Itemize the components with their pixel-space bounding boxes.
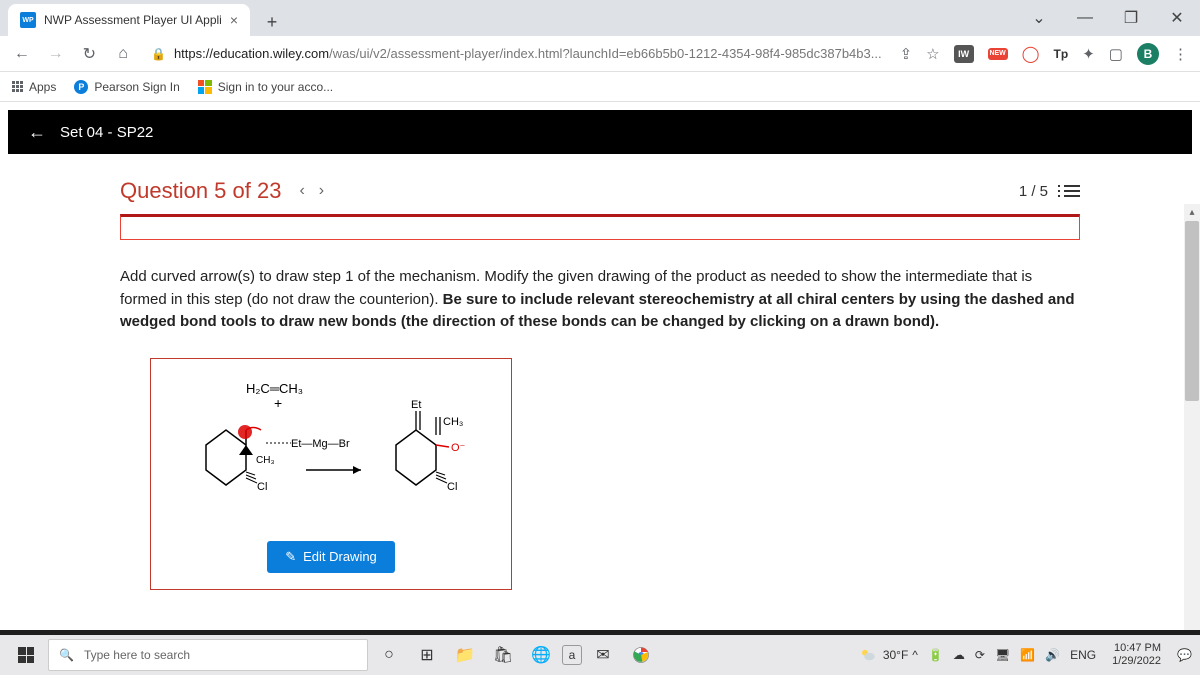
clock[interactable]: 10:47 PM 1/29/2022 bbox=[1106, 642, 1167, 668]
drawing-box: H₂C═CH₃ + CH₃ Et―Mg―Br bbox=[150, 358, 512, 590]
svg-text:Cl: Cl bbox=[447, 481, 457, 493]
browser-tab[interactable]: WP NWP Assessment Player UI Appli × bbox=[8, 4, 250, 36]
next-question-button[interactable]: › bbox=[319, 182, 324, 200]
close-window-button[interactable]: ✕ bbox=[1154, 0, 1200, 36]
cortana-icon[interactable]: ○ bbox=[372, 638, 406, 672]
question-title: Question 5 of 23 bbox=[120, 178, 281, 204]
bookmark-label: Pearson Sign In bbox=[94, 80, 179, 94]
svg-text:Cl: Cl bbox=[257, 481, 267, 493]
taskbar-app-chrome[interactable] bbox=[624, 638, 658, 672]
tray-onedrive-icon[interactable]: ☁ bbox=[953, 648, 965, 662]
lock-icon: 🔒 bbox=[151, 47, 166, 61]
attempt-progress: 1 / 5 bbox=[1019, 183, 1048, 200]
question-list-icon[interactable] bbox=[1064, 185, 1080, 197]
apps-grid-icon bbox=[12, 81, 23, 92]
tray-volume-icon[interactable]: 🔊 bbox=[1045, 648, 1060, 662]
tab-close-icon[interactable]: × bbox=[230, 12, 238, 28]
tray-display-icon[interactable]: 🖥 bbox=[995, 648, 1010, 662]
taskbar-app-explorer[interactable]: 📁 bbox=[448, 638, 482, 672]
tray-chevron-icon[interactable]: ^ bbox=[912, 648, 918, 662]
svg-text:H₂C═CH₃: H₂C═CH₃ bbox=[246, 381, 303, 396]
scroll-up-button[interactable]: ▴ bbox=[1184, 204, 1200, 220]
microsoft-icon bbox=[198, 80, 212, 94]
temperature: 30°F bbox=[883, 648, 908, 662]
url-text: https://education.wiley.com/was/ui/v2/as… bbox=[174, 46, 882, 61]
alert-bar bbox=[120, 214, 1080, 240]
taskbar-app-mail[interactable]: ✉ bbox=[586, 638, 620, 672]
new-tab-button[interactable]: + bbox=[258, 8, 286, 36]
extension-square-icon[interactable]: ▢ bbox=[1109, 45, 1123, 63]
bookmark-pearson[interactable]: P Pearson Sign In bbox=[74, 80, 179, 94]
taskbar-app-a[interactable]: a bbox=[562, 645, 582, 665]
star-icon[interactable]: ☆ bbox=[926, 45, 939, 63]
chemical-structure: H₂C═CH₃ + CH₃ Et―Mg―Br bbox=[171, 375, 491, 525]
svg-text:+: + bbox=[274, 395, 282, 411]
apps-shortcut[interactable]: Apps bbox=[12, 80, 56, 94]
tray-language[interactable]: ENG bbox=[1070, 648, 1096, 662]
svg-text:CH₃: CH₃ bbox=[443, 416, 463, 428]
tray-update-icon[interactable]: ⟳ bbox=[975, 648, 985, 662]
tray-battery-icon[interactable]: 🔋 bbox=[928, 648, 943, 662]
taskbar-search[interactable]: 🔍 Type here to search bbox=[48, 639, 368, 671]
tab-title: NWP Assessment Player UI Appli bbox=[44, 13, 222, 27]
taskbar-app-edge[interactable]: 🌐 bbox=[524, 638, 558, 672]
svg-text:O⁻: O⁻ bbox=[451, 442, 466, 454]
reload-button[interactable]: ↻ bbox=[80, 44, 100, 64]
taskbar-app-store[interactable]: 🛍 bbox=[486, 638, 520, 672]
apps-label: Apps bbox=[29, 80, 56, 94]
svg-text:Et: Et bbox=[411, 399, 421, 411]
vertical-scrollbar[interactable]: ▴ ▾ bbox=[1184, 204, 1200, 630]
extensions-puzzle-icon[interactable]: ✦ bbox=[1082, 45, 1095, 63]
share-icon[interactable]: ⇪ bbox=[900, 45, 913, 63]
chevron-down-icon[interactable]: ⌄ bbox=[1016, 0, 1062, 36]
minimize-button[interactable]: — bbox=[1062, 0, 1108, 36]
tab-favicon: WP bbox=[20, 12, 36, 28]
svg-text:CH₃: CH₃ bbox=[256, 455, 275, 466]
back-button[interactable]: ← bbox=[12, 45, 32, 63]
pearson-icon: P bbox=[74, 80, 88, 94]
bookmark-signin[interactable]: Sign in to your acco... bbox=[198, 80, 333, 94]
extension-new-icon[interactable]: NEW bbox=[988, 48, 1008, 60]
scroll-thumb[interactable] bbox=[1185, 221, 1199, 401]
prev-question-button[interactable]: ‹ bbox=[299, 182, 304, 200]
address-bar[interactable]: 🔒 https://education.wiley.com/was/ui/v2/… bbox=[147, 46, 886, 61]
extension-iw-icon[interactable]: IW bbox=[954, 45, 974, 63]
extension-tp-icon[interactable]: Tp bbox=[1054, 47, 1069, 61]
set-title: Set 04 - SP22 bbox=[60, 124, 153, 141]
set-header: ← Set 04 - SP22 bbox=[8, 110, 1192, 154]
extension-opera-icon[interactable]: ◯ bbox=[1022, 44, 1040, 64]
question-prompt: Add curved arrow(s) to draw step 1 of th… bbox=[120, 266, 1080, 334]
tray-wifi-icon[interactable]: 📶 bbox=[1020, 648, 1035, 662]
tray-notifications-icon[interactable]: 💬 bbox=[1177, 648, 1192, 662]
start-button[interactable] bbox=[8, 637, 44, 673]
edit-drawing-button[interactable]: Edit Drawing bbox=[267, 541, 395, 573]
forward-button[interactable]: → bbox=[46, 45, 66, 63]
search-icon: 🔍 bbox=[59, 648, 74, 662]
bookmark-label: Sign in to your acco... bbox=[218, 80, 333, 94]
svg-text:Et―Mg―Br: Et―Mg―Br bbox=[291, 438, 350, 450]
set-back-button[interactable]: ← bbox=[28, 122, 46, 143]
task-view-icon[interactable]: ⊞ bbox=[410, 638, 444, 672]
user-avatar[interactable]: B bbox=[1137, 43, 1159, 65]
maximize-button[interactable]: ❐ bbox=[1108, 0, 1154, 36]
browser-menu-icon[interactable]: ⋮ bbox=[1173, 45, 1188, 63]
home-button[interactable]: ⌂ bbox=[113, 45, 133, 63]
weather-widget[interactable]: 30°F bbox=[859, 646, 908, 664]
search-placeholder: Type here to search bbox=[84, 648, 190, 662]
